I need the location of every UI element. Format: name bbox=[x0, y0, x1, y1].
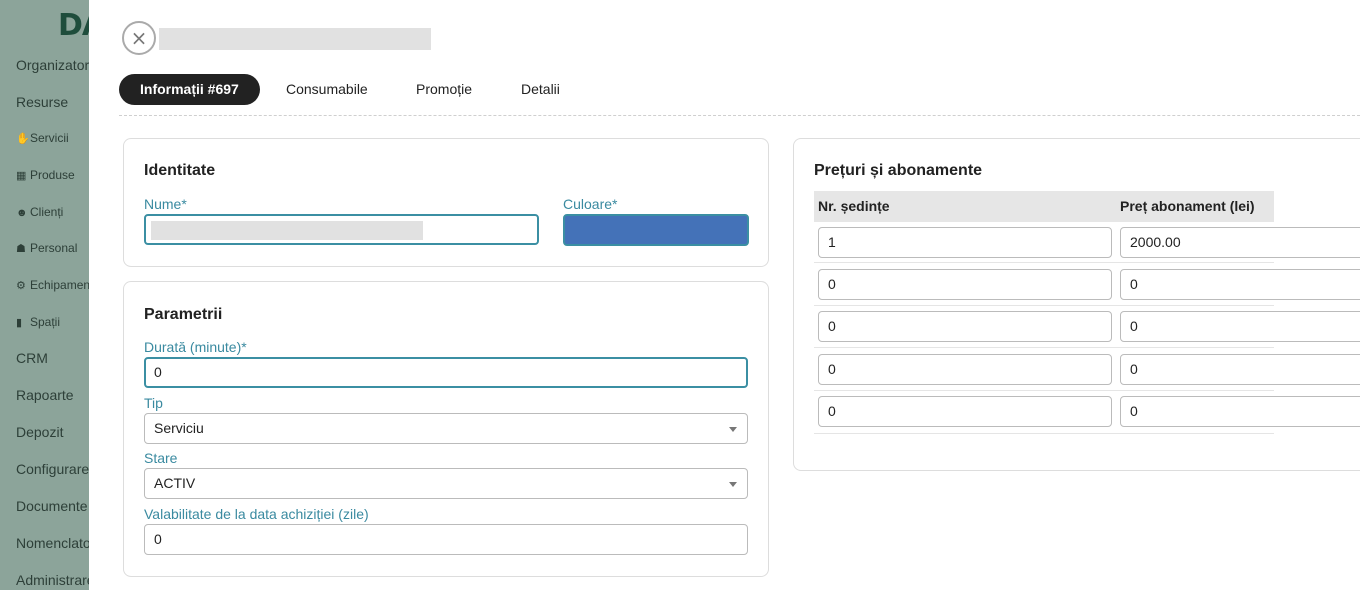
status-select[interactable]: ACTIV bbox=[144, 468, 748, 499]
sessions-input-3[interactable]: 0 bbox=[818, 311, 1112, 342]
close-button[interactable]: × bbox=[122, 21, 156, 55]
tab-promotie[interactable]: Promoție bbox=[416, 74, 472, 105]
sidebar-item-personal[interactable]: ☗ Personal bbox=[16, 241, 77, 255]
duration-label: Durată (minute)* bbox=[144, 339, 247, 355]
tab-consumabile[interactable]: Consumabile bbox=[286, 74, 368, 105]
sessions-input-4[interactable]: 0 bbox=[818, 354, 1112, 385]
type-select[interactable]: Serviciu bbox=[144, 413, 748, 444]
chevron-down-icon bbox=[729, 427, 737, 432]
price-input-1[interactable]: 2000.00 bbox=[1120, 227, 1360, 258]
tab-informatii[interactable]: Informații #697 bbox=[119, 74, 260, 105]
price-input-2[interactable]: 0 bbox=[1120, 269, 1360, 300]
type-selected-value: Serviciu bbox=[154, 420, 204, 436]
sidebar-item-rapoarte[interactable]: Rapoarte bbox=[16, 387, 74, 403]
redacted-name-value bbox=[151, 221, 423, 240]
sessions-input-5[interactable]: 0 bbox=[818, 396, 1112, 427]
row-divider bbox=[814, 347, 1274, 348]
row-divider bbox=[814, 305, 1274, 306]
equipment-icon: ⚙ bbox=[16, 280, 26, 292]
status-label: Stare bbox=[144, 450, 178, 466]
chevron-down-icon bbox=[729, 482, 737, 487]
parameters-title: Parametrii bbox=[144, 306, 223, 323]
boxes-icon: ▦ bbox=[16, 170, 27, 182]
validity-input[interactable]: 0 bbox=[144, 524, 748, 555]
row-divider bbox=[814, 390, 1274, 391]
color-picker[interactable] bbox=[563, 214, 749, 246]
sidebar-item-produse[interactable]: ▦ Produse bbox=[16, 168, 75, 182]
row-divider bbox=[814, 262, 1274, 263]
redacted-title bbox=[159, 28, 431, 50]
sidebar-item-clienti[interactable]: ☻ Clienți bbox=[16, 205, 63, 219]
prices-card: Prețuri și abonamente Nr. ședințe Preț a… bbox=[793, 138, 1360, 471]
tab-detalii[interactable]: Detalii bbox=[521, 74, 560, 105]
type-label: Tip bbox=[144, 395, 163, 411]
tab-divider bbox=[119, 115, 1360, 116]
service-edit-panel: × Informații #697 Consumabile Promoție D… bbox=[89, 0, 1360, 590]
name-input[interactable] bbox=[144, 214, 539, 245]
close-icon: × bbox=[130, 26, 148, 50]
parameters-card: Parametrii Durată (minute)* 0 Tip Servic… bbox=[123, 281, 769, 577]
staff-icon: ☗ bbox=[16, 243, 26, 255]
sidebar-item-configurare[interactable]: Configurare bbox=[16, 461, 89, 477]
users-icon: ☻ bbox=[16, 207, 28, 219]
sidebar-item-crm[interactable]: CRM bbox=[16, 350, 48, 366]
sidebar-item-servicii[interactable]: ✋Servicii bbox=[16, 131, 69, 145]
name-label: Nume* bbox=[144, 196, 187, 212]
column-price: Preț abonament (lei) bbox=[1120, 198, 1255, 214]
identity-title: Identitate bbox=[144, 162, 216, 179]
sidebar-item-documente[interactable]: Documente bbox=[16, 498, 88, 514]
hand-icon: ✋ bbox=[16, 133, 30, 145]
color-label: Culoare* bbox=[563, 196, 618, 212]
identity-card: Identitate Nume* Culoare* bbox=[123, 138, 769, 267]
prices-table-header: Nr. ședințe Preț abonament (lei) bbox=[814, 191, 1274, 222]
sidebar-item-resurse[interactable]: Resurse bbox=[16, 94, 68, 110]
prices-title: Prețuri și abonamente bbox=[814, 162, 983, 179]
row-divider bbox=[814, 433, 1274, 434]
sidebar-item-echipamente[interactable]: ⚙ Echipamente bbox=[16, 278, 100, 292]
sidebar-item-spatii[interactable]: ▮ Spații bbox=[16, 315, 60, 329]
door-icon: ▮ bbox=[16, 317, 23, 329]
sidebar-item-depozit[interactable]: Depozit bbox=[16, 424, 63, 440]
duration-input[interactable]: 0 bbox=[144, 357, 748, 388]
sessions-input-1[interactable]: 1 bbox=[818, 227, 1112, 258]
price-input-3[interactable]: 0 bbox=[1120, 311, 1360, 342]
column-sessions: Nr. ședințe bbox=[818, 198, 890, 214]
sidebar-item-administrare[interactable]: Administrare bbox=[16, 572, 95, 588]
sessions-input-2[interactable]: 0 bbox=[818, 269, 1112, 300]
price-input-5[interactable]: 0 bbox=[1120, 396, 1360, 427]
validity-label: Valabilitate de la data achiziției (zile… bbox=[144, 506, 369, 522]
status-selected-value: ACTIV bbox=[154, 475, 196, 491]
sidebar-item-organizator[interactable]: Organizator bbox=[16, 57, 89, 73]
price-input-4[interactable]: 0 bbox=[1120, 354, 1360, 385]
